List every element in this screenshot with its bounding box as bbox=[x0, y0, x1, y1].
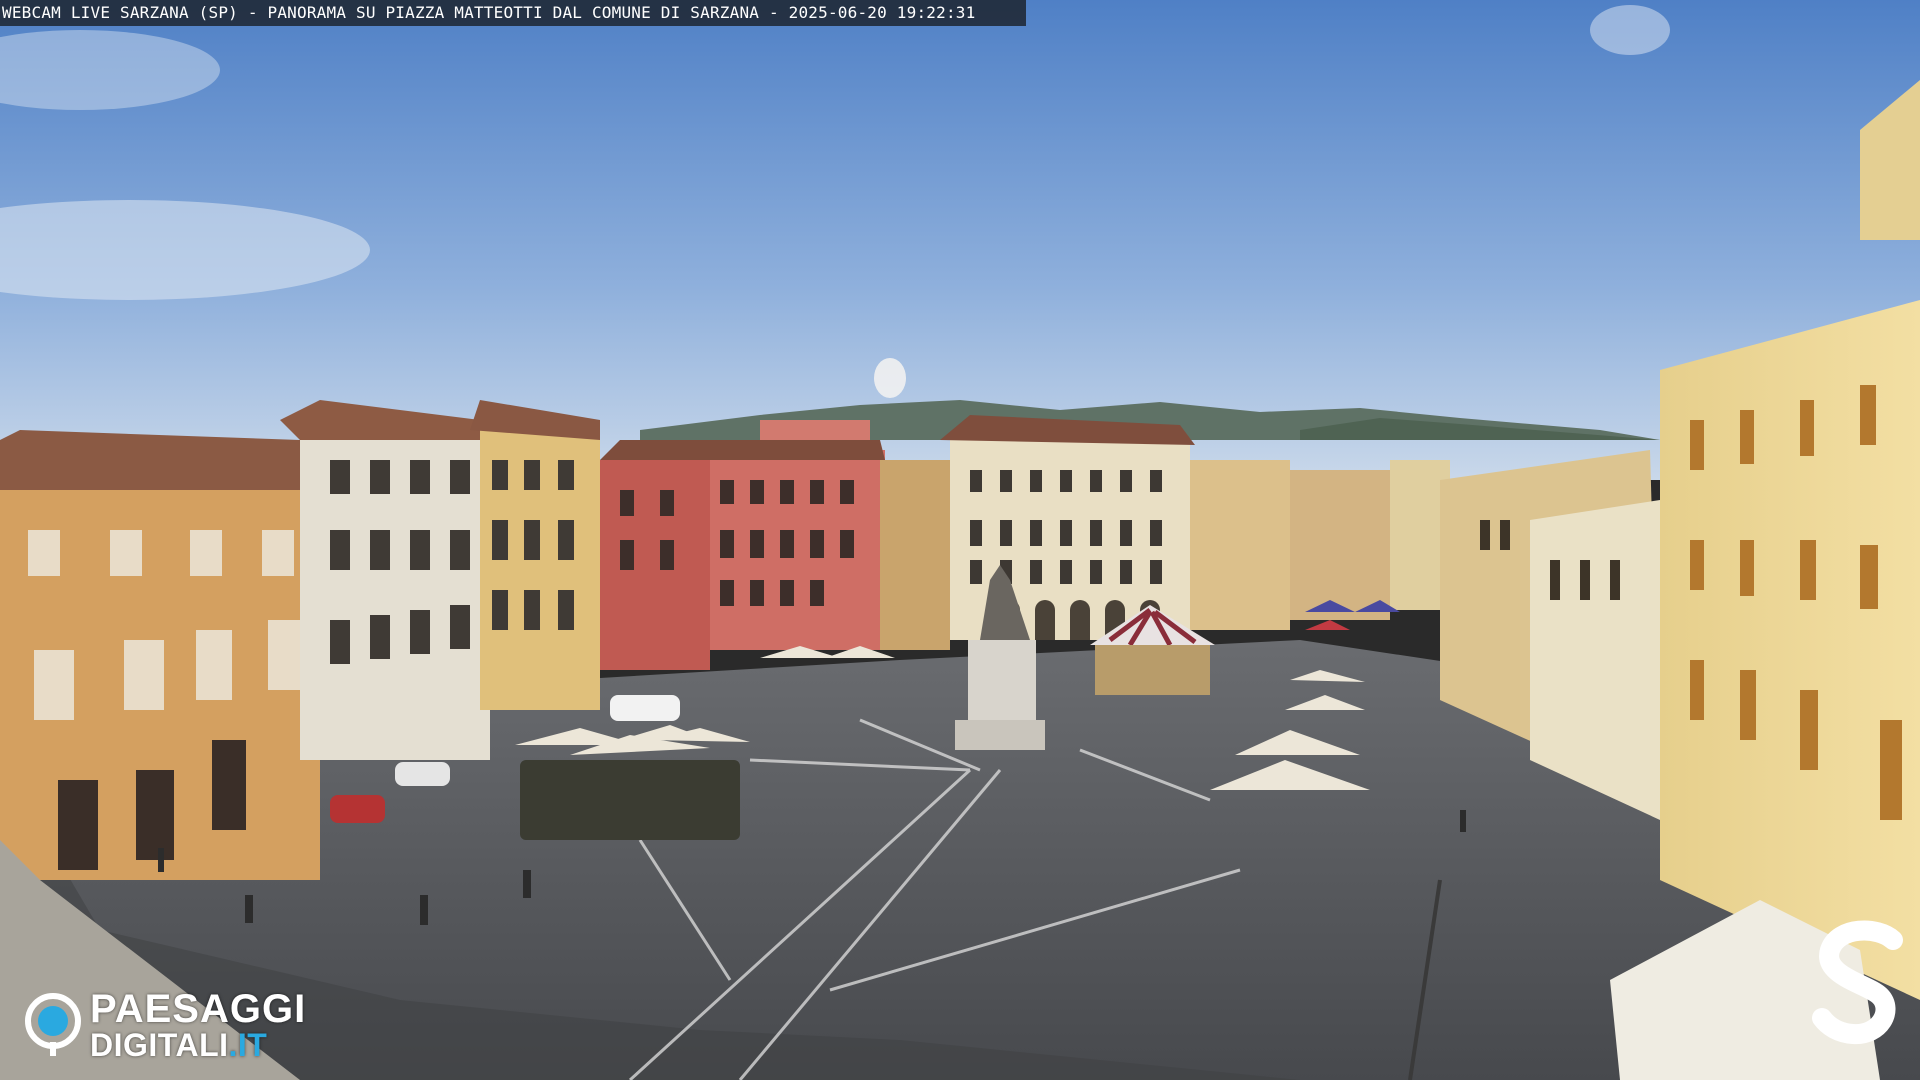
building-red bbox=[710, 450, 885, 650]
eye-icon bbox=[25, 993, 81, 1056]
monument-base bbox=[955, 720, 1045, 750]
monument-base bbox=[968, 640, 1036, 720]
logo-text-tld: .IT bbox=[228, 1027, 268, 1063]
webcam-caption: WEBCAM LIVE SARZANA (SP) - PANORAMA SU P… bbox=[0, 0, 1026, 26]
car-white bbox=[395, 762, 450, 786]
building-distant bbox=[1190, 460, 1290, 630]
building-right-near bbox=[1660, 300, 1920, 1000]
carousel-body bbox=[1095, 645, 1210, 695]
cloud bbox=[874, 358, 906, 398]
logo-text-paesaggi: PAESAGGI bbox=[90, 987, 307, 1031]
car-white bbox=[610, 695, 680, 721]
webcam-frame: WEBCAM LIVE SARZANA (SP) - PANORAMA SU P… bbox=[0, 0, 1920, 1080]
piazza-scene bbox=[0, 0, 1920, 1080]
planter bbox=[520, 760, 740, 840]
roof bbox=[0, 430, 320, 490]
s-logo-icon bbox=[1812, 920, 1903, 1044]
building-distant bbox=[1290, 470, 1390, 620]
building-ochre-mid bbox=[880, 460, 950, 650]
car-red bbox=[330, 795, 385, 823]
building-red bbox=[600, 460, 710, 670]
roof bbox=[600, 440, 885, 460]
paesaggi-digitali-logo: PAESAGGI DIGITALI.IT bbox=[24, 987, 307, 1061]
umbrellas-red bbox=[1305, 620, 1350, 630]
logo-text-digitali-main: DIGITALI bbox=[90, 1027, 229, 1063]
logo-text-digitali: DIGITALI.IT bbox=[90, 1029, 306, 1061]
cloud bbox=[1590, 5, 1670, 55]
